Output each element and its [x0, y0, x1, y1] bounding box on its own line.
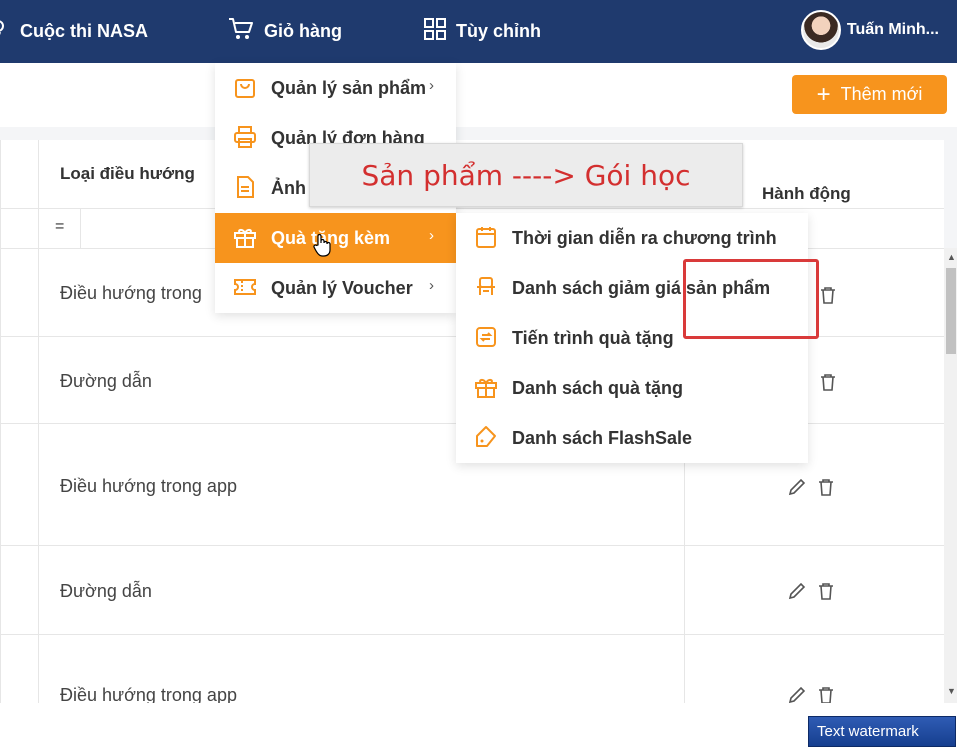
trash-icon[interactable]	[818, 582, 834, 605]
submenu-item-label: Thời gian diễn ra chương trình	[512, 228, 777, 248]
column-divider	[38, 140, 39, 703]
row-actions	[788, 478, 834, 501]
trash-icon[interactable]	[820, 286, 836, 309]
watermark-text: Text watermark	[817, 723, 919, 740]
tag-icon	[474, 425, 498, 454]
row-actions	[820, 373, 836, 396]
plus-icon: +	[816, 80, 831, 108]
scroll-up-icon[interactable]: ▲	[947, 252, 956, 262]
row-divider	[0, 208, 944, 209]
table-row: Đường dẫn	[60, 581, 152, 601]
chevron-right-icon: ›	[429, 227, 434, 244]
nav-item-label: Giỏ hàng	[264, 21, 342, 41]
menu-item-gifts[interactable]: Quà tặng kèm ›	[215, 213, 456, 263]
table-row: Đường dẫn	[60, 371, 152, 391]
menu-item-label: Quản lý sản phẩm	[271, 78, 427, 98]
submenu-item-label: Danh sách quà tặng	[512, 378, 684, 398]
annotation-banner: Sản phẩm ----> Gói học	[309, 143, 743, 207]
row-actions	[788, 582, 834, 605]
edit-icon[interactable]	[788, 478, 806, 501]
nav-item-label: Tùy chỉnh	[456, 21, 541, 41]
highlight-box	[683, 259, 819, 339]
nav-item-contest[interactable]: Cuộc thi NASA	[0, 0, 148, 63]
column-header-actions: Hành động	[762, 184, 851, 203]
submenu-item-gift-list[interactable]: Danh sách quà tặng	[456, 363, 808, 413]
submenu-item-label: Danh sách FlashSale	[512, 428, 693, 448]
column-divider	[80, 208, 81, 248]
chevron-right-icon: ›	[429, 277, 434, 294]
annotation-text: Sản phẩm ----> Gói học	[361, 158, 691, 192]
submenu-item-label: Tiến trình quà tặng	[512, 328, 674, 348]
document-icon	[233, 175, 257, 204]
menu-item-vouchers[interactable]: Quản lý Voucher ›	[215, 263, 456, 313]
menu-item-label: Ảnh	[271, 178, 306, 198]
add-new-button[interactable]: + Thêm mới	[792, 75, 947, 114]
nav-item-label: Cuộc thi NASA	[20, 21, 148, 41]
cycle-icon	[474, 325, 498, 354]
submenu-item-schedule[interactable]: Thời gian diễn ra chương trình	[456, 213, 808, 263]
text-watermark: Text watermark	[808, 716, 956, 747]
user-menu[interactable]: Tuấn Minh...	[800, 10, 939, 50]
cart-icon	[228, 17, 264, 46]
row-divider	[0, 634, 944, 635]
chair-icon	[474, 275, 498, 304]
grid-icon	[424, 18, 456, 45]
nav-item-customize[interactable]: Tùy chỉnh	[424, 0, 541, 63]
user-name: Tuấn Minh...	[846, 21, 939, 38]
row-divider	[0, 545, 944, 546]
bag-icon	[233, 75, 257, 104]
trash-icon[interactable]	[820, 373, 836, 396]
trash-icon[interactable]	[818, 478, 834, 501]
column-header-nav-type[interactable]: Loại điều hướng	[60, 164, 195, 184]
row-actions	[820, 286, 836, 309]
avatar	[800, 10, 841, 50]
contest-icon	[0, 17, 20, 46]
add-new-label: Thêm mới	[840, 84, 923, 104]
printer-icon	[233, 125, 257, 154]
filter-operator[interactable]: =	[55, 218, 64, 236]
scroll-down-icon[interactable]: ▼	[947, 686, 956, 696]
top-navbar: Cuộc thi NASA Giỏ hàng Tùy chỉnh Tuấn Mi…	[0, 0, 957, 63]
gift-icon	[474, 375, 498, 404]
submenu-item-flashsale[interactable]: Danh sách FlashSale	[456, 413, 808, 463]
gift-icon	[233, 225, 257, 254]
ticket-icon	[233, 275, 257, 304]
menu-item-label: Quản lý Voucher	[271, 278, 413, 298]
scrollbar-thumb[interactable]	[946, 268, 956, 354]
chevron-right-icon: ›	[429, 77, 434, 94]
calendar-icon	[474, 225, 498, 254]
table-row: Điều hướng trong app	[60, 476, 237, 496]
table-row: Điều hướng trong	[60, 283, 202, 303]
nav-item-cart[interactable]: Giỏ hàng	[228, 0, 342, 63]
menu-item-products[interactable]: Quản lý sản phẩm ›	[215, 63, 456, 113]
edit-icon[interactable]	[788, 582, 806, 605]
hand-cursor-icon	[313, 233, 331, 262]
